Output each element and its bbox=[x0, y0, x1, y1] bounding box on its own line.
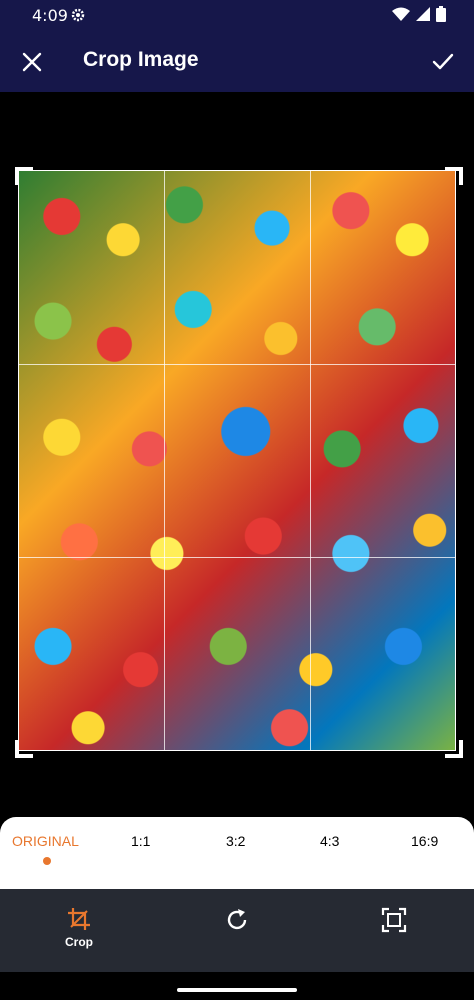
status-bar: 4:09 bbox=[0, 0, 474, 30]
ratio-1-1[interactable]: 1:1 bbox=[131, 833, 150, 849]
app-bar: Crop Image bbox=[0, 30, 474, 92]
crop-frame[interactable] bbox=[18, 170, 456, 751]
crop-tool-button[interactable]: Crop bbox=[55, 907, 103, 955]
crop-icon bbox=[68, 908, 90, 930]
rotate-icon bbox=[227, 909, 247, 930]
navigation-bar bbox=[0, 972, 474, 1000]
selected-indicator bbox=[43, 857, 51, 865]
aspect-ratio-bar: ORIGINAL 1:1 3:2 4:3 16:9 bbox=[0, 817, 474, 889]
check-icon bbox=[432, 53, 454, 70]
fit-screen-icon bbox=[381, 907, 407, 933]
settings-icon bbox=[70, 7, 86, 28]
signal-icon bbox=[416, 7, 430, 26]
ratio-4-3[interactable]: 4:3 bbox=[320, 833, 339, 849]
crop-handle-top-left[interactable] bbox=[15, 167, 33, 185]
crop-handle-top-right[interactable] bbox=[445, 167, 463, 185]
wifi-icon bbox=[392, 7, 410, 26]
close-icon bbox=[22, 52, 42, 72]
crop-handle-bottom-right[interactable] bbox=[445, 740, 463, 758]
ratio-3-2[interactable]: 3:2 bbox=[226, 833, 245, 849]
fit-screen-button[interactable] bbox=[370, 907, 418, 955]
battery-icon bbox=[436, 6, 446, 27]
rotate-button[interactable] bbox=[213, 907, 261, 955]
close-button[interactable] bbox=[18, 48, 46, 76]
ratio-16-9[interactable]: 16:9 bbox=[411, 833, 438, 849]
home-indicator[interactable] bbox=[177, 988, 297, 992]
crop-tool-label: Crop bbox=[65, 935, 93, 949]
status-time: 4:09 bbox=[32, 6, 68, 25]
crop-handle-bottom-left[interactable] bbox=[15, 740, 33, 758]
tool-bar: Crop bbox=[0, 889, 474, 972]
page-title: Crop Image bbox=[83, 48, 199, 71]
confirm-button[interactable] bbox=[428, 48, 458, 76]
ratio-original[interactable]: ORIGINAL bbox=[12, 833, 79, 849]
